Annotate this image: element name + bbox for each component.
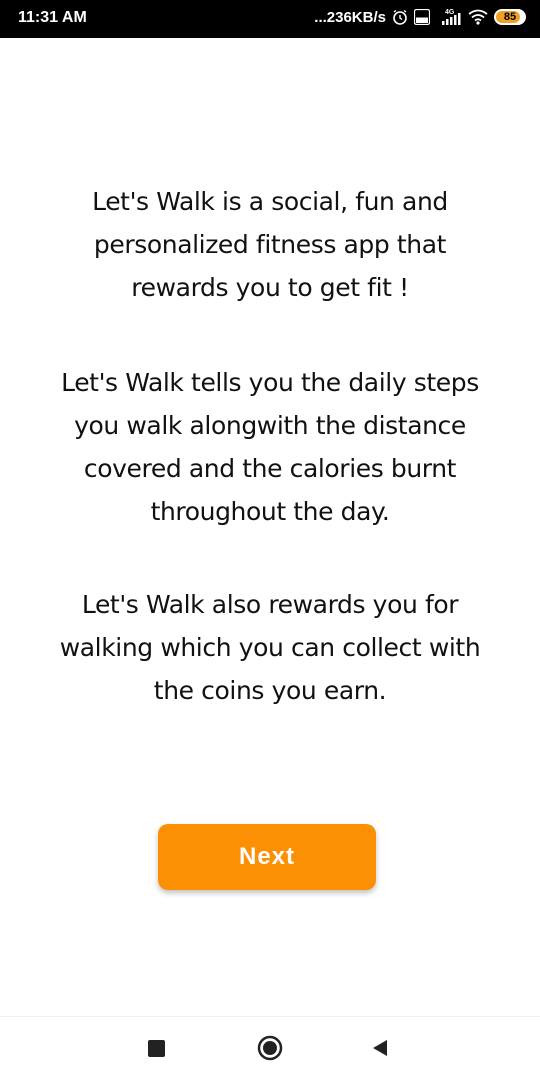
back-icon[interactable] bbox=[371, 1039, 389, 1061]
system-navigation-bar bbox=[0, 1016, 540, 1080]
home-icon[interactable] bbox=[257, 1035, 283, 1065]
svg-text:4G: 4G bbox=[445, 9, 455, 16]
wifi-icon bbox=[468, 9, 488, 25]
intro-paragraph-3: Let's Walk also rewards you for walking … bbox=[59, 590, 481, 705]
intro-content: Let's Walk is a social, fun and personal… bbox=[0, 180, 540, 712]
recents-icon[interactable] bbox=[148, 1040, 165, 1057]
next-button[interactable]: Next bbox=[158, 824, 376, 890]
status-time: 11:31 AM bbox=[18, 9, 87, 26]
status-bar: 11:31 AM ...236KB/s 4G 85 bbox=[0, 0, 540, 38]
cellular-signal-icon: 4G bbox=[436, 8, 462, 26]
network-speed: ...236KB/s bbox=[314, 8, 386, 26]
battery-level: 85 bbox=[503, 11, 517, 23]
battery-indicator: 85 bbox=[494, 9, 526, 25]
intro-paragraph-1: Let's Walk is a social, fun and personal… bbox=[92, 187, 448, 302]
alarm-icon bbox=[392, 9, 408, 25]
status-icons: ...236KB/s 4G 85 bbox=[314, 8, 526, 26]
intro-paragraph-2: Let's Walk tells you the daily steps you… bbox=[61, 368, 479, 526]
onboarding-screen: 11:31 AM ...236KB/s 4G 85 Let's Walk is … bbox=[0, 0, 540, 1080]
volte-icon bbox=[414, 9, 430, 25]
